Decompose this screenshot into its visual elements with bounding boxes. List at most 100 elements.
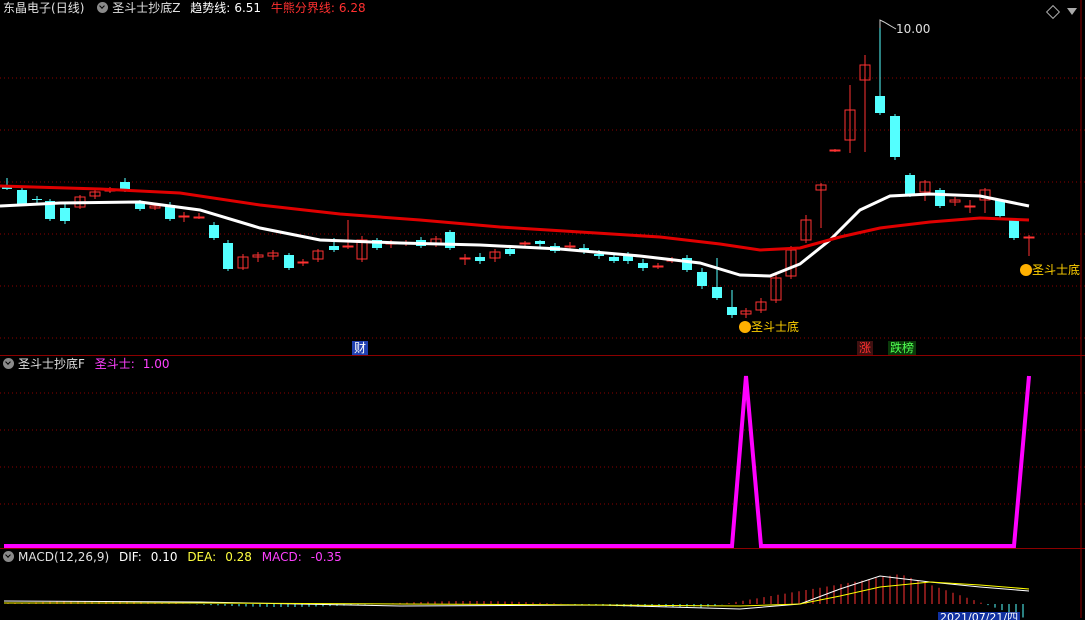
high-price-marker	[879, 19, 897, 30]
dif-line	[3, 575, 1030, 610]
candle-body	[697, 272, 707, 286]
trend-line-label: 趋势线: 6.51	[190, 1, 262, 15]
signal-label-2: 圣斗士底	[1020, 261, 1080, 278]
candle	[297, 259, 309, 266]
indicator-panel[interactable]: 圣斗士抄底F 圣斗士: 1.00	[0, 356, 1085, 549]
macd-panel[interactable]: MACD(12,26,9) DIF: 0.10 DEA: 0.28 MACD: -0.…	[0, 549, 1085, 620]
macd-header: MACD(12,26,9) DIF: 0.10 DEA: 0.28 MACD: -0.…	[0, 549, 348, 565]
candle-body	[652, 265, 664, 268]
indicator-name[interactable]: 圣斗士抄底F	[18, 357, 85, 371]
candle-body	[193, 216, 205, 219]
candle	[829, 149, 841, 152]
candle	[284, 253, 294, 270]
dea-line	[4, 581, 1030, 607]
candle	[32, 196, 42, 203]
dea-label: DEA: 0.28	[187, 550, 252, 564]
candle	[890, 114, 900, 160]
candle-body	[505, 249, 515, 254]
candle-body	[223, 243, 233, 269]
candle-body	[342, 245, 354, 248]
candle-body	[594, 254, 604, 256]
candle	[919, 180, 931, 201]
candle-body	[459, 257, 471, 260]
candle	[193, 213, 205, 219]
candle	[1009, 218, 1019, 240]
candle-body	[329, 246, 339, 250]
bullbear-line	[0, 184, 1030, 252]
candle-body	[890, 116, 900, 157]
signal-label-1: 圣斗士底	[739, 318, 799, 335]
signal-arrow-icon	[739, 321, 751, 333]
candle	[712, 258, 722, 300]
signal-value-label: 圣斗士: 1.00	[94, 357, 170, 371]
tag-zhang[interactable]: 涨	[857, 341, 874, 355]
candle	[770, 275, 782, 303]
candle	[859, 55, 871, 152]
high-price-label: 10.00	[896, 22, 931, 36]
candle	[652, 263, 664, 269]
candle-body	[535, 241, 545, 244]
candle	[682, 255, 692, 272]
collapse-circle-icon[interactable]	[97, 2, 109, 13]
candle	[519, 241, 531, 246]
candle	[979, 188, 991, 213]
collapse-circle-icon[interactable]	[3, 358, 14, 369]
candle	[638, 259, 648, 271]
candle	[727, 290, 737, 318]
candle-body	[905, 175, 915, 195]
stock-name: 东晶电子	[3, 1, 52, 15]
candle-body	[727, 307, 737, 315]
candle	[356, 236, 368, 262]
candle-body	[209, 225, 219, 238]
candle-body	[519, 242, 531, 245]
indicator-name[interactable]: 圣斗士抄底Z	[112, 1, 180, 15]
candle-body	[609, 257, 619, 261]
candle-body	[638, 263, 648, 268]
candle-body	[17, 190, 27, 204]
candle	[740, 308, 752, 318]
candle	[2, 178, 12, 190]
tag-dieban[interactable]: 跌榜	[888, 341, 917, 355]
signal-arrow-icon	[1020, 264, 1032, 276]
candle	[755, 298, 767, 313]
collapse-triangle-icon[interactable]	[1067, 8, 1077, 15]
signal-line-chart[interactable]	[0, 356, 1085, 549]
candle	[445, 230, 455, 250]
candle	[17, 186, 27, 206]
date-cursor-label: 2021/07/21/四	[938, 612, 1021, 620]
candle	[178, 212, 190, 222]
candle	[312, 249, 324, 262]
tag-cai[interactable]: 财	[352, 341, 369, 355]
candle	[223, 240, 233, 271]
signal-line	[4, 375, 1031, 548]
candle-body	[829, 149, 841, 152]
candle-body	[475, 257, 485, 261]
candle	[372, 238, 382, 250]
candle-body	[60, 208, 70, 221]
candle-body	[297, 261, 309, 264]
candle	[949, 197, 961, 206]
collapse-circle-icon[interactable]	[3, 551, 14, 562]
candle	[800, 215, 812, 243]
candle	[535, 240, 545, 247]
candle	[489, 249, 501, 262]
candle-body	[564, 245, 576, 248]
candle	[237, 254, 249, 270]
candle-body	[964, 205, 976, 208]
macd-name[interactable]: MACD(12,26,9)	[18, 550, 109, 564]
candle	[564, 242, 576, 249]
candlestick-chart[interactable]	[0, 0, 1085, 356]
candle-body	[1023, 236, 1035, 239]
candle	[89, 190, 101, 199]
candle	[964, 200, 976, 213]
candle	[459, 254, 471, 265]
candle	[60, 204, 70, 224]
candle	[785, 246, 797, 279]
candle-body	[875, 96, 885, 113]
candle	[475, 253, 485, 264]
period-label: (日线)	[51, 1, 85, 15]
candle-body	[284, 255, 294, 268]
candle	[697, 268, 707, 289]
main-chart-panel[interactable]: 东晶电子(日线) 圣斗士抄底Z 趋势线: 6.51 牛熊分界线: 6.28 10.0…	[0, 0, 1085, 356]
candle	[875, 28, 885, 115]
